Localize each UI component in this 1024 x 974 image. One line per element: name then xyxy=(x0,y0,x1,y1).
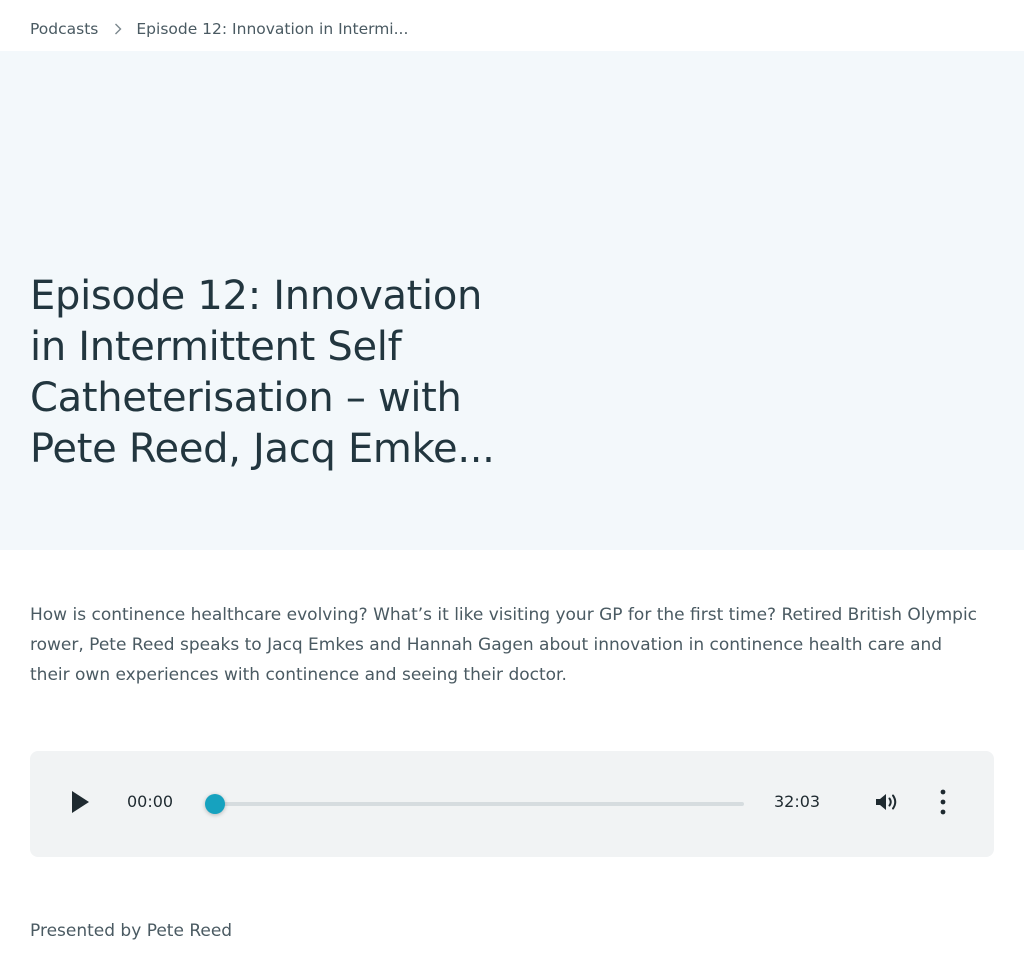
seek-handle[interactable] xyxy=(205,794,225,814)
audio-player: 00:00 32:03 xyxy=(30,751,994,857)
episode-presenter: Presented by Pete Reed xyxy=(30,921,233,941)
current-time: 00:00 xyxy=(127,792,174,811)
more-options-button[interactable] xyxy=(931,789,955,819)
more-vertical-icon xyxy=(940,789,946,819)
breadcrumb: Podcasts Episode 12: Innovation in Inter… xyxy=(30,18,408,40)
breadcrumb-current: Episode 12: Innovation in Intermi... xyxy=(136,20,409,38)
total-duration: 32:03 xyxy=(774,792,821,811)
episode-title: Episode 12: Innovation in Intermittent S… xyxy=(30,273,495,472)
play-button[interactable] xyxy=(66,789,94,819)
volume-button[interactable] xyxy=(873,791,903,817)
play-icon xyxy=(70,790,90,818)
seek-bar[interactable] xyxy=(215,802,744,806)
episode-description: How is continence healthcare evolving? W… xyxy=(30,605,978,685)
breadcrumb-podcasts-link[interactable]: Podcasts xyxy=(30,20,98,38)
chevron-right-icon xyxy=(114,23,122,35)
episode-hero: Episode 12: Innovation in Intermittent S… xyxy=(0,51,1024,550)
volume-icon xyxy=(875,791,901,817)
